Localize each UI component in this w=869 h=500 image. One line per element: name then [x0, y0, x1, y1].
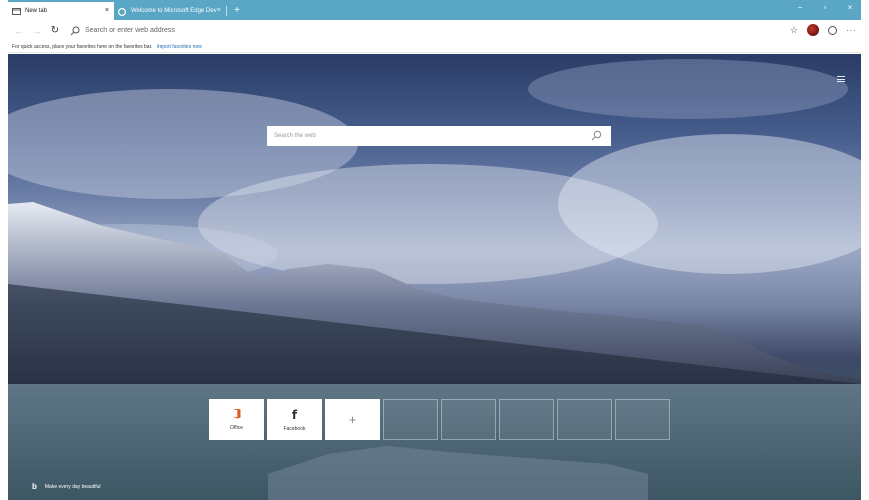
search-icon	[70, 26, 80, 35]
minimize-button[interactable]: −	[795, 3, 805, 12]
bing-logo-icon: b	[32, 482, 37, 491]
search-placeholder: Search the web	[274, 133, 316, 139]
feedback-smiley-icon[interactable]	[828, 25, 837, 35]
tile-label: Facebook	[283, 425, 306, 432]
profile-avatar[interactable]	[807, 24, 819, 36]
empty-tile[interactable]	[441, 399, 496, 440]
toolbar-actions: ☆ ···	[790, 24, 857, 36]
empty-tile[interactable]	[557, 399, 612, 440]
maximize-button[interactable]: ▫	[820, 3, 830, 12]
tile-facebook[interactable]: f Facebook	[267, 399, 322, 440]
favorites-hint-text: For quick access, place your favorites h…	[12, 44, 153, 50]
tab-strip: New tab × Welcome to Microsoft Edge Dev …	[8, 0, 861, 20]
top-sites-tiles: Office f Facebook +	[209, 399, 670, 440]
address-bar[interactable]: Search or enter web address	[70, 23, 785, 38]
image-of-the-day-caption[interactable]: b Make every day beautiful	[32, 482, 100, 491]
empty-tile[interactable]	[383, 399, 438, 440]
new-tab-page: Search the web Office f Facebook + b Mak…	[8, 54, 861, 500]
new-tab-page-icon	[12, 7, 21, 15]
back-button[interactable]: ←	[12, 24, 26, 38]
page-settings-menu-icon[interactable]	[837, 76, 845, 82]
forward-button[interactable]: →	[30, 24, 44, 38]
refresh-button[interactable]: ↻	[48, 24, 62, 38]
add-site-tile[interactable]: +	[325, 399, 380, 440]
tab-label: Welcome to Microsoft Edge Dev	[131, 8, 217, 14]
browser-window: New tab × Welcome to Microsoft Edge Dev …	[8, 0, 861, 500]
tab-label: New tab	[25, 8, 48, 14]
tab-separator	[226, 6, 227, 16]
address-placeholder: Search or enter web address	[85, 27, 175, 34]
empty-tile[interactable]	[499, 399, 554, 440]
edge-logo-icon	[117, 7, 127, 16]
add-icon: +	[348, 411, 357, 427]
import-favorites-link[interactable]: Import favorites now	[157, 44, 202, 50]
tile-office[interactable]: Office	[209, 399, 264, 440]
close-tab-icon[interactable]: ×	[217, 7, 221, 14]
window-controls: − ▫ ×	[795, 3, 855, 12]
new-tab-button[interactable]: +	[230, 2, 244, 20]
empty-tile[interactable]	[615, 399, 670, 440]
facebook-icon: f	[291, 407, 298, 422]
navigation-toolbar: ← → ↻ Search or enter web address ☆ ···	[8, 20, 861, 41]
tab-new-tab[interactable]: New tab ×	[8, 2, 114, 20]
close-button[interactable]: ×	[845, 3, 855, 12]
office-icon	[232, 408, 241, 419]
tile-label: Office	[230, 424, 243, 431]
search-icon[interactable]	[591, 130, 602, 141]
footer-text: Make every day beautiful	[44, 483, 101, 490]
favorites-bar-hint: For quick access, place your favorites h…	[8, 41, 861, 53]
favorite-star-icon[interactable]: ☆	[790, 25, 798, 36]
web-search-box[interactable]: Search the web	[267, 126, 611, 146]
more-options-icon[interactable]: ···	[846, 26, 857, 35]
close-tab-icon[interactable]: ×	[105, 7, 109, 14]
tab-welcome[interactable]: Welcome to Microsoft Edge Dev ×	[114, 2, 226, 20]
